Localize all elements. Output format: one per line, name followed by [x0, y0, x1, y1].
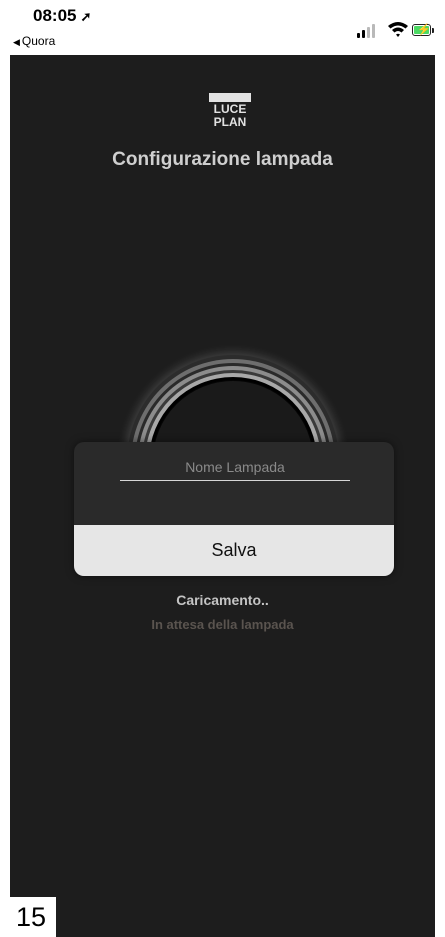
page-title: Configurazione lampada: [112, 149, 333, 170]
app-screen: LUCE PLAN Configurazione lampada Salva C…: [10, 55, 435, 937]
back-to-app-link[interactable]: ◀ Quora: [13, 34, 55, 48]
logo-line-1: LUCE: [213, 102, 247, 116]
lamp-name-dialog: Salva: [74, 442, 394, 576]
luceplan-logo: LUCE PLAN: [209, 93, 251, 133]
battery-nub: [432, 28, 434, 33]
bolt-icon: ⚡: [417, 24, 431, 36]
save-button[interactable]: Salva: [74, 525, 394, 576]
wifi-icon: [388, 22, 408, 37]
logo-bar: [209, 93, 251, 102]
loading-text: Caricamento..: [176, 592, 269, 608]
status-icons: ⚡: [357, 22, 435, 40]
battery-charging-icon: ⚡: [412, 24, 431, 36]
waiting-status-text: In attesa della lampada: [151, 617, 294, 632]
status-bar: 08:05 ➚ ◀ Quora ⚡: [0, 0, 445, 55]
logo-line-2: PLAN: [213, 115, 247, 129]
back-link-label: Quora: [21, 34, 56, 48]
location-arrow-icon: ➚: [80, 9, 92, 24]
time-label: 08:05: [33, 6, 77, 25]
lamp-name-input[interactable]: [120, 454, 350, 481]
status-time: 08:05 ➚: [33, 6, 91, 26]
back-triangle-icon: ◀: [13, 37, 20, 47]
page-number: 15: [10, 897, 56, 937]
